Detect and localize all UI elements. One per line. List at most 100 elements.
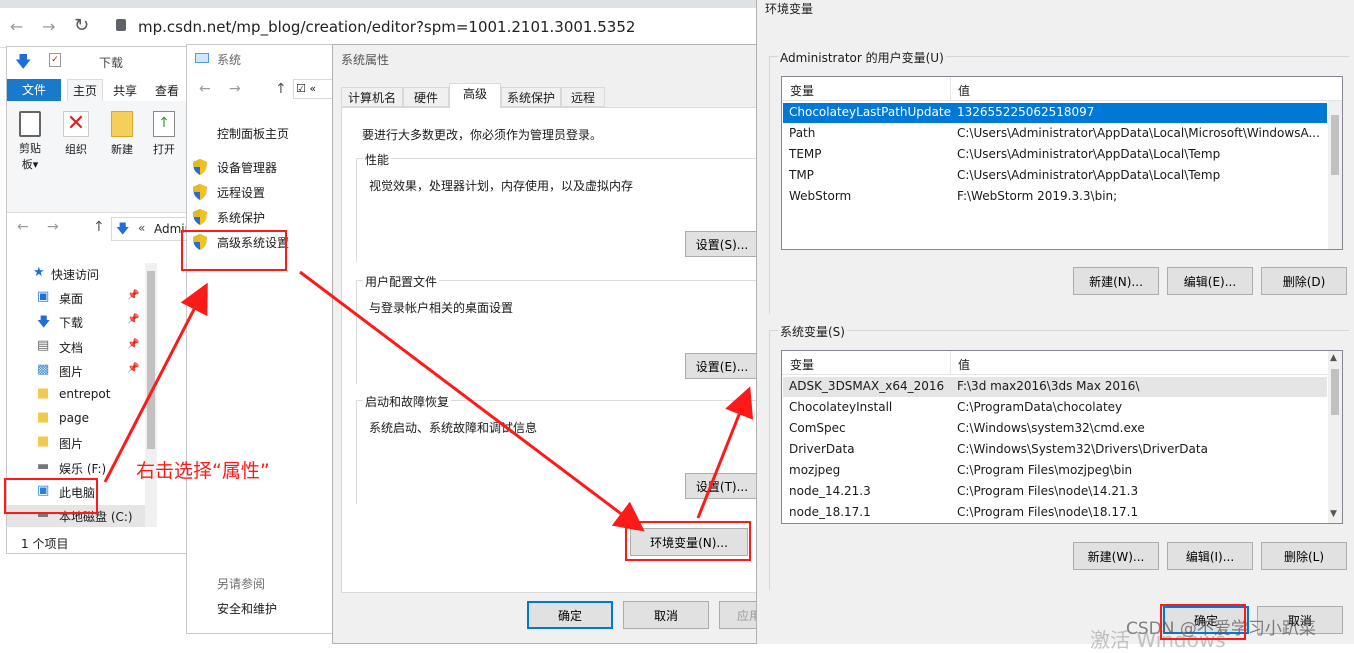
system-forward-icon[interactable]: → (229, 81, 241, 97)
env-var-row[interactable]: TMP C:\Users\Administrator\AppData\Local\… (783, 166, 1327, 186)
system-up-icon[interactable]: ↑ (275, 81, 287, 97)
nav-item[interactable]: ★ 快速访问 (7, 263, 147, 285)
edit-var-button[interactable]: 编辑(E)... (1167, 267, 1253, 295)
env-var-name: mozjpeg (789, 463, 841, 477)
sys-col-value[interactable]: 值 (958, 356, 970, 373)
env-var-row[interactable]: Path C:\Users\Administrator\AppData\Local… (783, 124, 1327, 144)
user-col-variable[interactable]: 变量 (790, 82, 814, 99)
nav-item[interactable]: ▬ 娱乐 (F:) (7, 457, 147, 479)
nav-item[interactable]: 🡇 下载 📌 (7, 311, 147, 333)
back-icon[interactable]: ← (10, 17, 23, 36)
control-panel-home-link[interactable]: 控制面板主页 (217, 125, 289, 142)
highlight-env-button (625, 521, 751, 561)
props-settings-button[interactable]: 设置(T)... (685, 473, 759, 499)
system-window-icon (195, 53, 209, 63)
pin-icon[interactable]: 📌 (127, 314, 139, 325)
delete-var-button[interactable]: 删除(L) (1261, 542, 1347, 570)
env-var-row[interactable]: ComSpec C:\Windows\system32\cmd.exe (783, 419, 1327, 439)
ribbon-clipboard-button[interactable]: 剪贴板▾ (13, 107, 47, 187)
props-tab[interactable]: 系统保护 (501, 87, 561, 107)
user-vars-table[interactable]: 变量 值 ChocolateyLastPathUpdate 13265522506… (781, 76, 1343, 250)
address-bar[interactable]: mp.csdn.net/mp_blog/creation/editor?spm=… (138, 18, 635, 36)
nav-item[interactable]: ■ 图片 (7, 432, 147, 454)
tab-home[interactable]: 主页 (67, 79, 103, 101)
nav-item[interactable]: ▩ 图片 📌 (7, 360, 147, 382)
forward-icon[interactable]: → (42, 17, 55, 36)
sys-scrollbar-thumb[interactable] (1331, 369, 1339, 415)
props-tab[interactable]: 硬件 (403, 87, 449, 107)
explorer-addressbar: ← → ↑ 🡇 « Admin (7, 217, 192, 243)
organize-icon: ✕ (63, 111, 89, 137)
props-title: 系统属性 (341, 53, 390, 67)
env-var-value: C:\Windows\System32\Drivers\DriverData (957, 442, 1208, 456)
env-var-row[interactable]: DriverData C:\Windows\System32\Drivers\Dr… (783, 440, 1327, 460)
ribbon-open-button[interactable]: ↑ 打开 (147, 107, 181, 187)
reload-icon[interactable]: ↻ (74, 15, 89, 36)
pin-icon[interactable]: 📌 (127, 290, 139, 301)
security-maintenance-link[interactable]: 安全和维护 (217, 600, 277, 617)
scroll-down-icon[interactable]: ▼ (1330, 509, 1337, 519)
scroll-up-icon[interactable]: ▲ (1330, 353, 1337, 363)
props-ok-button[interactable]: 确定 (527, 601, 613, 629)
nav-item[interactable]: ■ page (7, 408, 147, 430)
env-var-row[interactable]: ChocolateyLastPathUpdate 1326552250625180… (783, 103, 1327, 123)
explorer-back-icon[interactable]: ← (17, 219, 29, 235)
pin-icon[interactable]: 📌 (127, 363, 139, 374)
system-link[interactable]: 系统保护 (193, 207, 333, 229)
nav-scrollbar[interactable] (145, 263, 157, 527)
props-cancel-button[interactable]: 取消 (623, 601, 709, 629)
nav-item[interactable]: ▣ 桌面 📌 (7, 287, 147, 309)
env-var-value: F:\WebStorm 2019.3.3\bin; (957, 189, 1118, 203)
props-tab[interactable]: 远程 (561, 87, 605, 107)
nav-item[interactable]: ▤ 文档 📌 (7, 336, 147, 358)
system-link[interactable]: 设备管理器 (193, 157, 333, 179)
user-col-value[interactable]: 值 (958, 82, 970, 99)
explorer-title: 下载 (99, 56, 124, 70)
user-scrollbar-thumb[interactable] (1331, 115, 1339, 175)
lock-icon[interactable] (116, 19, 126, 31)
nav-scrollbar-thumb[interactable] (147, 271, 155, 449)
props-settings-button[interactable]: 设置(E)... (685, 353, 759, 379)
env-var-row[interactable]: WebStorm F:\WebStorm 2019.3.3\bin; (783, 187, 1327, 207)
system-path-box[interactable]: ☑ « (293, 79, 337, 99)
tab-share[interactable]: 共享 (113, 82, 137, 99)
env-var-row[interactable]: node_18.17.1 C:\Program Files\node\18.17.… (783, 503, 1327, 523)
nav-item[interactable]: ■ entrepot (7, 384, 147, 406)
sys-vars-scrollbar[interactable]: ▲ ▼ (1328, 351, 1342, 523)
highlight-ok-button (1160, 604, 1246, 640)
see-also-label: 另请参阅 (217, 577, 266, 591)
explorer-forward-icon[interactable]: → (47, 219, 59, 235)
pin-icon[interactable]: 📌 (127, 339, 139, 350)
tab-view[interactable]: 查看 (155, 82, 179, 99)
ribbon-tabs: 文件 主页 共享 查看 (7, 79, 187, 101)
sys-vars-table[interactable]: 变量 值 ADSK_3DSMAX_x64_2016 F:\3d max2016\3… (781, 350, 1343, 524)
system-link[interactable]: 远程设置 (193, 182, 333, 204)
env-var-row[interactable]: ChocolateyInstall C:\ProgramData\chocolat… (783, 398, 1327, 418)
edit-var-button[interactable]: 编辑(I)... (1167, 542, 1253, 570)
ribbon-organize-button[interactable]: ✕ 组织 (59, 107, 93, 187)
delete-var-button[interactable]: 删除(D) (1261, 267, 1347, 295)
props-tabs: 计算机名 硬件 高级 系统保护 远程 (341, 83, 751, 108)
props-tab[interactable]: 计算机名 (341, 87, 403, 107)
folder-icon: ■ (37, 434, 50, 450)
nav-item-label: page (59, 411, 89, 426)
explorer-path-box[interactable]: 🡇 « Admin (111, 217, 192, 241)
env-vars-dialog: 环境变量 Administrator 的用户变量(U) 变量 值 Chocola… (756, 0, 1354, 644)
props-tab[interactable]: 高级 (449, 83, 501, 108)
explorer-up-icon[interactable]: ↑ (93, 219, 105, 235)
env-var-row[interactable]: TEMP C:\Users\Administrator\AppData\Local… (783, 145, 1327, 165)
env-var-row[interactable]: node_14.21.3 C:\Program Files\node\14.21.… (783, 482, 1327, 502)
new-var-button[interactable]: 新建(N)... (1073, 267, 1159, 295)
new-var-button[interactable]: 新建(W)... (1073, 542, 1159, 570)
explorer-titlebar: 🡇 ✓ 下载 (7, 47, 187, 75)
props-settings-button[interactable]: 设置(S)... (685, 231, 759, 257)
ribbon-new-button[interactable]: 新建 (105, 107, 139, 187)
sys-col-variable[interactable]: 变量 (790, 356, 814, 373)
system-back-icon[interactable]: ← (199, 81, 211, 97)
env-var-value: C:\Program Files\mozjpeg\bin (957, 463, 1133, 477)
user-vars-scrollbar[interactable] (1328, 101, 1342, 249)
tab-file[interactable]: 文件 (7, 79, 61, 101)
sys-vars-header: 变量 值 (782, 351, 1342, 375)
env-var-row[interactable]: ADSK_3DSMAX_x64_2016 F:\3d max2016\3ds Ma… (783, 377, 1327, 397)
env-var-row[interactable]: mozjpeg C:\Program Files\mozjpeg\bin (783, 461, 1327, 481)
